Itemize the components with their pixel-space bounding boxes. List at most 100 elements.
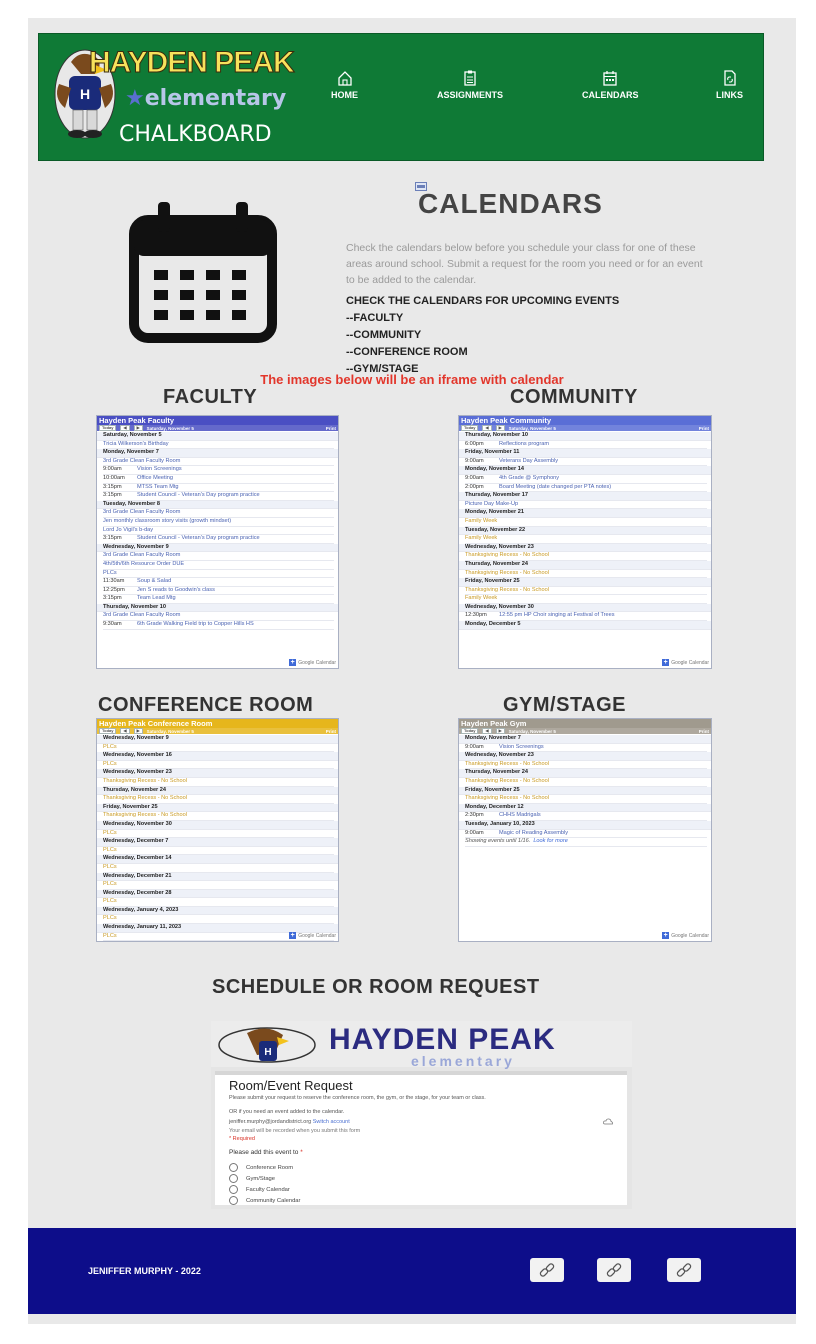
next-arrow-icon[interactable]: ▶ [133, 728, 143, 734]
radio-option[interactable]: Faculty Calendar [229, 1185, 290, 1194]
event-item[interactable]: 3rd Grade Clean Faculty Room [103, 458, 334, 467]
event-time: 9:30am [103, 621, 122, 628]
day-header: Wednesday, January 4, 2023 [97, 906, 338, 916]
next-arrow-icon[interactable]: ▶ [495, 425, 505, 431]
event-item[interactable]: Jen monthly classroom story visits (grow… [103, 518, 334, 527]
faculty-calendar-frame[interactable]: Hayden Peak Faculty Today ◀ ▶ Saturday, Nove… [96, 415, 339, 669]
nav-links[interactable]: LINKS [716, 70, 743, 100]
today-button[interactable]: Today [461, 728, 479, 734]
event-item[interactable]: Thanksgiving Recess - No School [465, 552, 707, 561]
google-calendar-badge[interactable]: + Google Calendar [289, 932, 336, 939]
day-header: Friday, November 25 [97, 803, 338, 813]
event-item[interactable]: Thanksgiving Recess - No School [465, 778, 707, 787]
social-link-button[interactable] [667, 1258, 701, 1282]
event-item[interactable]: 3rd Grade Clean Faculty Room [103, 612, 334, 622]
event-item[interactable]: PLCs [103, 864, 334, 873]
switch-account-link[interactable]: Switch account [313, 1119, 350, 1125]
event-item[interactable]: PLCs [103, 761, 334, 770]
event-title: 3rd Grade Clean Faculty Room [103, 612, 181, 619]
event-title: 6th Grade Walking Field trip to Copper H… [137, 621, 254, 628]
radio-button[interactable] [229, 1174, 238, 1183]
nav-assignments-label: ASSIGNMENTS [437, 90, 504, 100]
event-item[interactable]: 6:00pm Reflections program [465, 441, 707, 450]
event-item[interactable]: 4th/5th/6th Resource Order DUE [103, 561, 334, 570]
event-item[interactable]: 3:15pm MTSS Team Mtg [103, 484, 334, 493]
event-item[interactable]: 11:30am Soup & Salad [103, 578, 334, 587]
day-header: Monday, December 5 [459, 621, 711, 630]
print-button[interactable]: Print [699, 729, 709, 734]
event-item[interactable]: 2:00pm Board Meeting (date changed per PT… [465, 484, 707, 493]
prev-arrow-icon[interactable]: ◀ [482, 728, 492, 734]
print-button[interactable]: Print [699, 426, 709, 431]
community-calendar-frame[interactable]: Hayden Peak Community Today ◀ ▶ Saturday, No… [458, 415, 712, 669]
prev-arrow-icon[interactable]: ◀ [120, 728, 130, 734]
event-item[interactable]: Family Week [465, 595, 707, 604]
event-item[interactable]: PLCs [103, 570, 334, 579]
print-button[interactable]: Print [326, 729, 336, 734]
event-item[interactable]: 10:00am Office Meeting [103, 475, 334, 484]
event-item[interactable]: 3rd Grade Clean Faculty Room [103, 552, 334, 561]
event-item[interactable]: Thanksgiving Recess - No School [465, 570, 707, 579]
event-item[interactable]: PLCs [103, 744, 334, 753]
event-item[interactable]: 9:00am Vision Screenings [465, 744, 707, 753]
radio-button[interactable] [229, 1196, 238, 1205]
event-item[interactable]: PLCs [103, 898, 334, 907]
conference-calendar-frame[interactable]: Hayden Peak Conference Room Today ◀ ▶ Saturd… [96, 718, 339, 942]
nav-assignments[interactable]: ASSIGNMENTS [437, 70, 503, 100]
event-item[interactable]: PLCs [103, 881, 334, 890]
event-item[interactable]: 9:00am 4th Grade @ Symphony [465, 475, 707, 484]
next-arrow-icon[interactable]: ▶ [133, 425, 143, 431]
nav-home[interactable]: HOME [331, 70, 358, 100]
school-logo[interactable]: H HAYDEN PEAK ★elementary CHALKBOARD [51, 40, 295, 152]
event-item[interactable]: Picture Day Make-Up [465, 501, 707, 510]
google-calendar-badge[interactable]: + Google Calendar [662, 659, 709, 666]
event-item[interactable]: PLCs [103, 847, 334, 856]
prev-arrow-icon[interactable]: ◀ [120, 425, 130, 431]
event-item[interactable]: Thanksgiving Recess - No School [465, 795, 707, 804]
print-button[interactable]: Print [326, 426, 336, 431]
event-item[interactable]: Thanksgiving Recess - No School [465, 761, 707, 770]
radio-option[interactable]: Conference Room [229, 1163, 293, 1172]
radio-option[interactable]: Community Calendar [229, 1196, 300, 1205]
event-item[interactable]: PLCs [103, 915, 334, 925]
event-item[interactable]: Tricia Wilkerson's Birthday [103, 441, 334, 450]
nav-calendars-label: CALENDARS [582, 90, 639, 100]
google-calendar-badge[interactable]: + Google Calendar [289, 659, 336, 666]
radio-option[interactable]: Gym/Stage [229, 1174, 275, 1183]
event-item[interactable]: 12:30pm 12:55 pm HP Choir singing at Fest… [465, 612, 707, 622]
event-item[interactable]: 12:25pm Jen S reads to Goodwin's class [103, 587, 334, 596]
event-item[interactable]: PLCs [103, 830, 334, 839]
event-item[interactable]: Thanksgiving Recess - No School [103, 795, 334, 804]
radio-button[interactable] [229, 1185, 238, 1194]
event-item[interactable]: Thanksgiving Recess - No School [465, 587, 707, 596]
event-item[interactable]: Family Week [465, 535, 707, 544]
room-request-form[interactable]: H HAYDEN PEAK elementary Room/Event Requ… [211, 1021, 632, 1209]
event-time: 12:25pm [103, 586, 125, 593]
today-button[interactable]: Today [461, 425, 479, 431]
radio-button[interactable] [229, 1163, 238, 1172]
today-button[interactable]: Today [99, 728, 117, 734]
prev-arrow-icon[interactable]: ◀ [482, 425, 492, 431]
event-item[interactable]: Thanksgiving Recess - No School [103, 812, 334, 821]
today-button[interactable]: Today [99, 425, 117, 431]
event-item[interactable]: Family Week [465, 518, 707, 527]
next-arrow-icon[interactable]: ▶ [495, 728, 505, 734]
event-item[interactable]: Thanksgiving Recess - No School [103, 778, 334, 787]
social-link-button[interactable] [530, 1258, 564, 1282]
social-link-button[interactable] [597, 1258, 631, 1282]
look-for-more-link[interactable]: Look for more [533, 838, 568, 844]
event-item[interactable]: 2:30pm CHHS Madrigals [465, 812, 707, 821]
event-item[interactable]: 3:15pm Student Council - Veteran's Day pr… [103, 535, 334, 544]
nav-calendars[interactable]: CALENDARS [582, 70, 639, 100]
event-item[interactable]: 9:00am Magic of Reading Assembly [465, 830, 707, 839]
event-item[interactable]: 9:00am Vision Screenings [103, 466, 334, 475]
event-item[interactable]: Lord Jo Vigil's b-day [103, 527, 334, 536]
event-item[interactable]: 3:15pm Student Council - Veteran's Day pr… [103, 492, 334, 501]
google-calendar-badge[interactable]: + Google Calendar [662, 932, 709, 939]
event-item[interactable]: 9:30am 6th Grade Walking Field trip to Co… [103, 621, 334, 630]
nav-links-label: LINKS [716, 90, 743, 100]
event-item[interactable]: 3rd Grade Clean Faculty Room [103, 509, 334, 518]
event-item[interactable]: 9:00am Veterans Day Assembly [465, 458, 707, 467]
event-item[interactable]: 3:15pm Team Lead Mtg [103, 595, 334, 604]
gym-calendar-frame[interactable]: Hayden Peak Gym Today ◀ ▶ Saturday, November… [458, 718, 712, 942]
